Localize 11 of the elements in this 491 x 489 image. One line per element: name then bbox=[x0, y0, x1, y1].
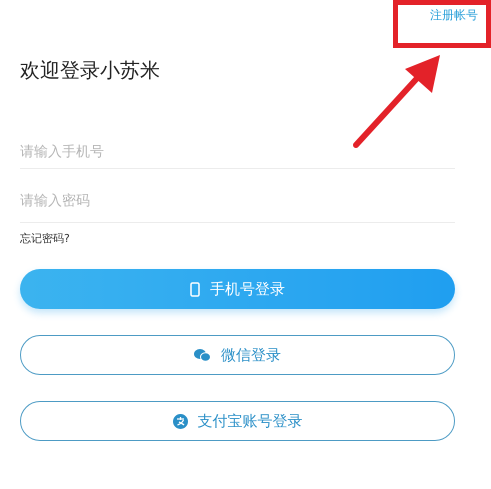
forgot-password-link[interactable]: 忘记密码? bbox=[20, 233, 455, 244]
login-button[interactable]: 支付宝账号登录 bbox=[20, 401, 455, 441]
login-button[interactable]: 手机号登录 bbox=[20, 269, 455, 309]
register-link[interactable]: 注册帐号 bbox=[430, 9, 478, 52]
input-field[interactable]: 请输入手机号 bbox=[20, 142, 455, 163]
chat-bubbles-icon bbox=[194, 348, 211, 362]
alipay-icon bbox=[172, 414, 188, 428]
login-button[interactable]: 微信登录 bbox=[20, 335, 455, 375]
phone-icon bbox=[190, 282, 200, 296]
input-field[interactable]: 请输入密码 bbox=[20, 191, 455, 212]
welcome-title: 欢迎登录小苏米 bbox=[20, 60, 161, 80]
